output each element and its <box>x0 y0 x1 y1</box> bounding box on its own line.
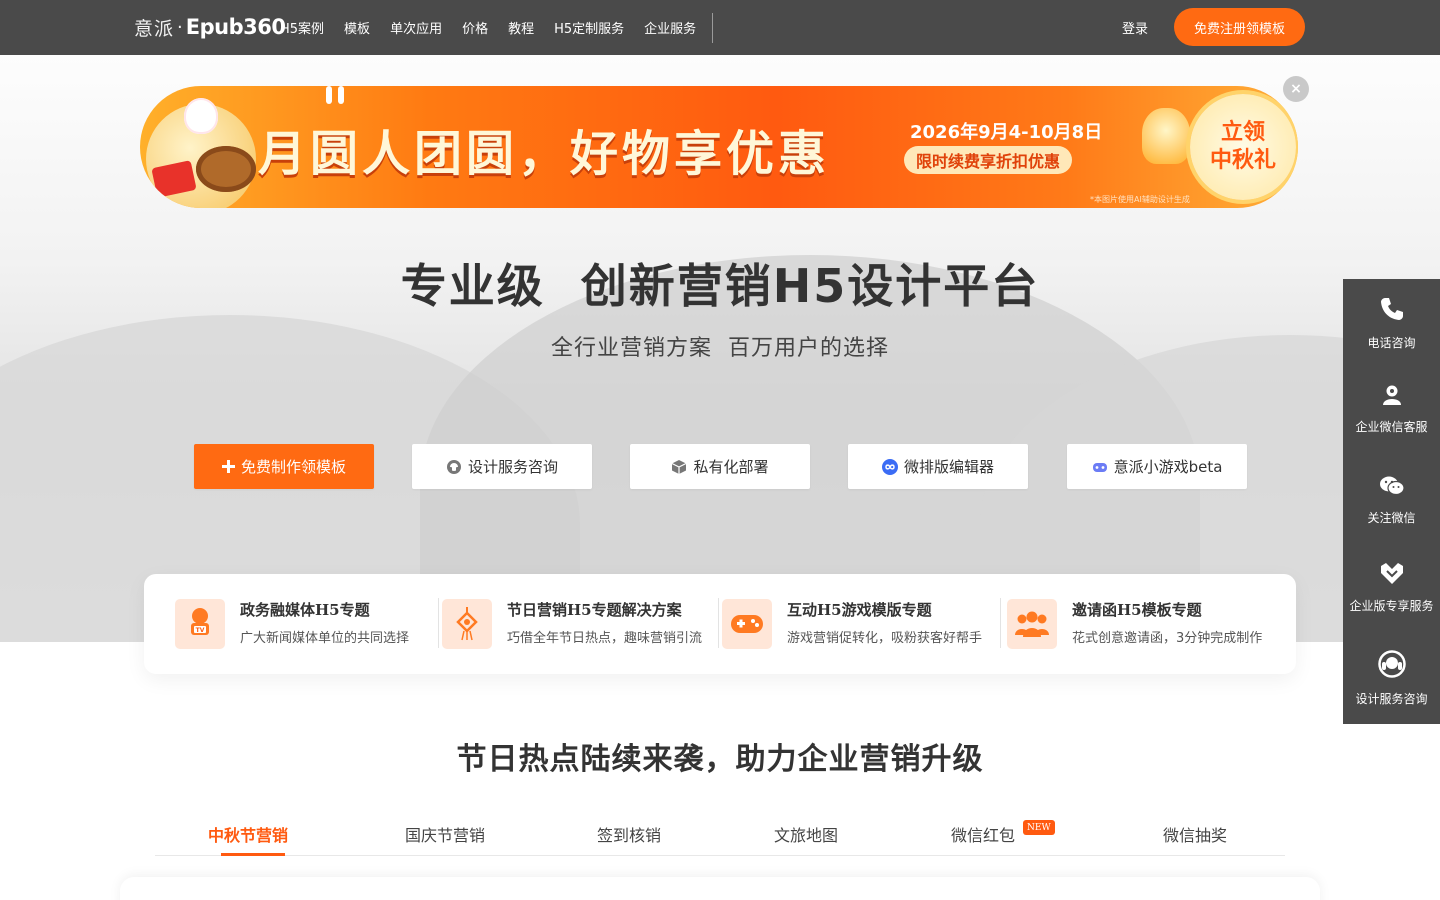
nav-pricing[interactable]: 价格 <box>452 18 498 37</box>
free-create-button[interactable]: 免费制作领模板 <box>194 444 374 489</box>
feature-title: 互动H5游戏模版专题 <box>787 601 932 619</box>
tab-tourism-map[interactable]: 文旅地图 <box>774 822 838 846</box>
new-badge: NEW <box>1023 820 1055 835</box>
rabbit-illustration <box>184 98 218 134</box>
side-design-consult[interactable]: 设计服务咨询 <box>1343 650 1440 707</box>
nav-templates[interactable]: 模板 <box>334 18 380 37</box>
active-tab-indicator <box>221 853 285 856</box>
nav-h5-cases[interactable]: H5案例 <box>270 18 334 37</box>
wechat-icon <box>1379 475 1405 501</box>
feature-invitation[interactable]: 邀请函H5模板专题 花式创意邀请函，3分钟完成制作 <box>1007 599 1282 649</box>
badge-line2: 中秋礼 <box>1209 148 1276 173</box>
rabbit-ear <box>326 86 332 104</box>
design-consult-button[interactable]: 设计服务咨询 <box>412 444 592 489</box>
feature-interactive-games[interactable]: 互动H5游戏模版专题 游戏营销促转化，吸粉获客好帮手 <box>722 599 1000 649</box>
private-deploy-button[interactable]: 私有化部署 <box>630 444 810 489</box>
infinity-icon <box>881 458 898 475</box>
tab-check-in[interactable]: 签到核销 <box>597 822 661 846</box>
cta-label: 微排版编辑器 <box>903 458 994 476</box>
gamepad-icon <box>1092 460 1108 474</box>
feature-topics-card: TV 政务融媒体H5专题 广大新闻媒体单位的共同选择 节日营销H5专题解决方案 … <box>144 574 1296 674</box>
feature-desc: 游戏营销促转化，吸粉获客好帮手 <box>787 631 983 646</box>
tab-mid-autumn[interactable]: 中秋节营销 <box>208 822 288 846</box>
feature-title: 政务融媒体H5专题 <box>240 601 370 619</box>
side-label: 电话咨询 <box>1367 336 1416 350</box>
tab-content-card <box>120 877 1320 900</box>
wecom-icon <box>1380 384 1404 410</box>
side-wecom-service[interactable]: 企业微信客服 <box>1343 384 1440 435</box>
group-icon <box>1007 599 1057 649</box>
cta-label: 免费制作领模板 <box>240 458 346 476</box>
side-follow-wechat[interactable]: 关注微信 <box>1343 475 1440 526</box>
mini-game-button[interactable]: 意派小游戏beta <box>1067 444 1247 489</box>
main-nav: H5案例 模板 单次应用 价格 教程 H5定制服务 企业服务 <box>270 0 706 55</box>
marketing-tabs: 中秋节营销 国庆节营销 签到核销 文旅地图 微信红包 微信抽奖 <box>155 814 1285 856</box>
side-label: 企业版专享服务 <box>1349 599 1434 613</box>
tv-person-icon: TV <box>175 599 225 649</box>
feature-title: 邀请函H5模板专题 <box>1072 601 1202 619</box>
side-label: 企业微信客服 <box>1355 420 1428 434</box>
banner-ai-note: *本图片使用AI辅助设计生成 <box>1090 195 1190 204</box>
side-phone-consult[interactable]: 电话咨询 <box>1343 296 1440 351</box>
mooncake-illustration <box>196 146 256 192</box>
floating-side-panel: 电话咨询 企业微信客服 关注微信 企业版专享服务 设计服务咨询 <box>1343 279 1440 724</box>
hero-subtitle: 全行业营销方案 百万用户的选择 <box>551 336 889 361</box>
lantern-illustration <box>1142 108 1190 164</box>
banner-promo: 限时续费享折扣优惠 <box>904 146 1073 174</box>
nav-enterprise[interactable]: 企业服务 <box>634 18 706 37</box>
cta-label: 意派小游戏beta <box>1113 458 1223 476</box>
feature-divider <box>438 598 439 648</box>
chinese-knot-icon <box>442 599 492 649</box>
tab-wechat-red-packet[interactable]: 微信红包 <box>951 822 1015 846</box>
svg-text:TV: TV <box>196 627 205 634</box>
feature-desc: 花式创意邀请函，3分钟完成制作 <box>1072 631 1263 646</box>
nav-custom-service[interactable]: H5定制服务 <box>544 18 634 37</box>
tab-national-day[interactable]: 国庆节营销 <box>405 822 485 846</box>
headset-icon <box>446 459 462 475</box>
plus-icon <box>221 460 235 473</box>
nav-divider <box>712 13 713 43</box>
banner-title: 月圆人团圆，好物享优惠 <box>258 126 831 182</box>
headset-icon <box>1377 650 1406 682</box>
diamond-icon <box>1379 561 1405 589</box>
register-button[interactable]: 免费注册领模板 <box>1174 8 1305 46</box>
tab-wechat-lottery[interactable]: 微信抽奖 <box>1163 822 1227 846</box>
feature-title: 节日营销H5专题解决方案 <box>507 601 682 619</box>
login-link[interactable]: 登录 <box>1122 18 1148 37</box>
logo-chinese: 意派 <box>134 17 175 40</box>
section-title: 节日热点陆续来袭，助力企业营销升级 <box>456 742 984 777</box>
side-label: 关注微信 <box>1367 511 1416 525</box>
top-navbar: 意派 · Epub360 H5案例 模板 单次应用 价格 教程 H5定制服务 企… <box>0 0 1440 55</box>
cta-label: 私有化部署 <box>693 458 769 476</box>
feature-desc: 广大新闻媒体单位的共同选择 <box>240 631 410 646</box>
cube-icon <box>671 459 687 475</box>
gamepad-icon <box>722 599 772 649</box>
feature-festival-marketing[interactable]: 节日营销H5专题解决方案 巧借全年节日热点，趣味营销引流 <box>442 599 717 649</box>
rabbit-ear <box>338 86 344 104</box>
feature-gov-media[interactable]: TV 政务融媒体H5专题 广大新闻媒体单位的共同选择 <box>175 599 445 649</box>
feature-divider <box>1000 598 1001 648</box>
epub360-logo[interactable]: 意派 · Epub360 <box>134 10 286 44</box>
feature-desc: 巧借全年节日热点，趣味营销引流 <box>507 631 703 646</box>
logo-dot: · <box>177 16 183 38</box>
close-banner-button[interactable]: × <box>1283 76 1309 102</box>
phone-icon <box>1379 296 1405 326</box>
hero-title: 专业级 创新营销H5设计平台 <box>400 259 1040 313</box>
feature-divider <box>718 598 719 648</box>
micro-layout-editor-button[interactable]: 微排版编辑器 <box>848 444 1028 489</box>
banner-date: 2026年9月4-10月8日 <box>910 122 1103 143</box>
cta-label: 设计服务咨询 <box>467 458 558 476</box>
nav-single-apps[interactable]: 单次应用 <box>380 18 452 37</box>
side-label: 设计服务咨询 <box>1355 692 1428 706</box>
side-enterprise-service[interactable]: 企业版专享服务 <box>1343 561 1440 614</box>
nav-tutorials[interactable]: 教程 <box>498 18 544 37</box>
banner-badge[interactable]: 立领 中秋礼 <box>1190 94 1296 200</box>
badge-line1: 立领 <box>1220 120 1265 145</box>
mid-autumn-promo-banner[interactable]: 月圆人团圆，好物享优惠 2026年9月4-10月8日 限时续费享折扣优惠 立领 … <box>140 86 1298 208</box>
